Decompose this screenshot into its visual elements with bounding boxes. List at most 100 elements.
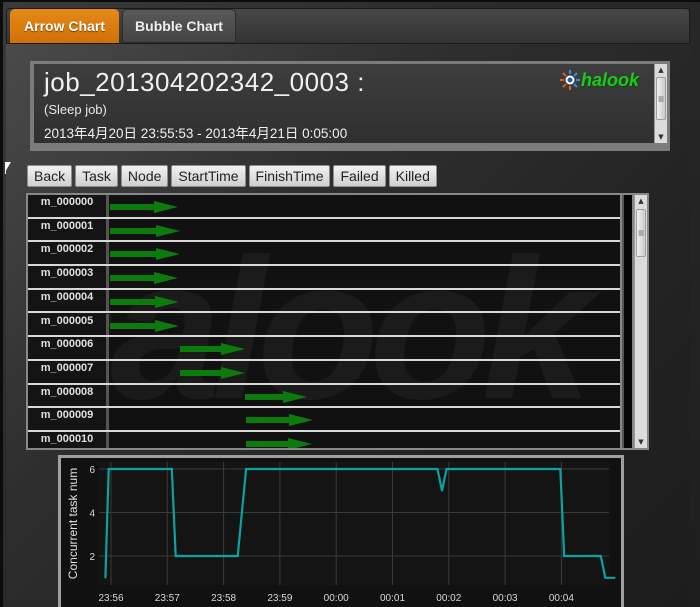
task-gutter: [622, 195, 632, 448]
filter-failed-button[interactable]: Failed: [333, 165, 386, 187]
scroll-down-icon[interactable]: ▼: [635, 436, 647, 448]
sort-node-button[interactable]: Node: [120, 165, 169, 187]
scrollbar-thumb[interactable]: [656, 77, 666, 120]
task-duration-arrow[interactable]: [180, 369, 222, 376]
label-separator: [106, 384, 109, 407]
arrow-head-icon: [154, 319, 179, 332]
task-row[interactable]: m_000010: [28, 432, 620, 448]
data-point: [604, 576, 607, 579]
task-duration-arrow[interactable]: [110, 227, 157, 234]
task-row[interactable]: m_000008: [28, 384, 620, 409]
arrow-head-icon: [156, 248, 181, 261]
task-id-label: m_000008: [28, 384, 106, 407]
data-point: [245, 468, 247, 470]
data-point: [614, 576, 616, 579]
sort-starttime-button[interactable]: StartTime: [171, 165, 246, 187]
label-separator: [106, 313, 109, 336]
task-id-label: m_000003: [28, 266, 106, 288]
task-id-label: m_000002: [28, 242, 106, 265]
task-row[interactable]: m_000000: [28, 195, 620, 219]
sort-toolbar: Back Task Node StartTime FinishTime Fail…: [27, 165, 437, 187]
task-duration-arrow[interactable]: [246, 441, 288, 447]
header-scrollbar[interactable]: ▲ ▼: [654, 64, 667, 143]
task-row[interactable]: m_000009: [28, 408, 620, 432]
arrow-head-icon: [221, 343, 246, 356]
task-id-label: m_000009: [28, 408, 106, 430]
task-id-label: m_000010: [28, 432, 106, 448]
task-duration-arrow[interactable]: [110, 298, 155, 305]
concurrency-chart-panel: 2 4 6 23:56 23:57 23:58 23:59 00:00 00:01 00:02 00…: [58, 455, 624, 607]
sort-task-button[interactable]: Task: [75, 165, 118, 187]
data-point: [436, 468, 439, 470]
job-time-range: 2013年4月20日 23:55:53 - 2013年4月21日 0:05:00: [44, 126, 348, 141]
task-duration-arrow[interactable]: [110, 251, 157, 258]
back-button[interactable]: Back: [27, 165, 73, 187]
mouse-cursor-icon: [5, 162, 11, 174]
arrow-head-icon: [156, 224, 181, 237]
task-duration-arrow[interactable]: [110, 275, 154, 282]
label-separator: [106, 289, 109, 312]
task-id-label: m_000005: [28, 313, 106, 336]
halook-logo: halook: [559, 69, 639, 91]
label-separator: [106, 242, 109, 265]
tab-arrow-chart[interactable]: Arrow Chart: [10, 9, 119, 43]
label-separator: [106, 432, 109, 448]
task-row[interactable]: m_000007: [28, 360, 620, 385]
job-name: (Sleep job): [44, 102, 107, 117]
task-row[interactable]: m_000004: [28, 289, 620, 314]
data-point: [600, 555, 602, 557]
arrow-head-icon: [153, 272, 178, 285]
task-row[interactable]: m_000001: [28, 218, 620, 243]
label-separator: [106, 195, 109, 217]
task-id-label: m_000000: [28, 195, 106, 217]
task-row[interactable]: m_000002: [28, 242, 620, 267]
task-id-label: m_000001: [28, 218, 106, 241]
tab-bubble-chart[interactable]: Bubble Chart: [122, 9, 236, 43]
task-scrollbar[interactable]: ▲ ▼: [634, 195, 647, 448]
label-separator: [106, 218, 109, 241]
task-duration-arrow[interactable]: [110, 204, 154, 210]
task-duration-arrow[interactable]: [180, 346, 222, 353]
scrollbar-thumb[interactable]: [636, 209, 646, 257]
data-point: [559, 468, 562, 470]
data-point: [171, 468, 173, 470]
data-point: [563, 555, 566, 557]
x-tick-label: 23:56: [98, 593, 123, 604]
label-separator: [106, 266, 109, 288]
plot-area: [99, 462, 609, 585]
task-row[interactable]: m_000003: [28, 266, 620, 290]
arrow-head-icon: [287, 438, 312, 448]
halook-logo-icon: [559, 70, 580, 90]
y-axis-label: Concurrent task num: [66, 468, 80, 579]
task-row[interactable]: m_000006: [28, 337, 620, 361]
task-id-label: m_000006: [28, 337, 106, 359]
task-row[interactable]: m_000005: [28, 313, 620, 338]
data-point: [174, 555, 177, 557]
task-list: halook m_000000m_000001m_000002m_000003m…: [28, 195, 620, 448]
arrow-head-icon: [153, 201, 178, 213]
label-separator: [106, 360, 109, 383]
x-tick-label: 23:58: [211, 593, 236, 604]
x-tick-label: 00:02: [436, 593, 461, 604]
sort-finishtime-button[interactable]: FinishTime: [248, 165, 331, 187]
job-title: job_201304202342_0003 :: [44, 67, 365, 97]
label-separator: [106, 337, 109, 359]
x-tick-label: 00:00: [324, 593, 349, 604]
concurrency-line-chart: 2 4 6 23:56 23:57 23:58 23:59 00:00 00:01 00:02 00…: [66, 462, 616, 604]
task-arrow-chart: halook m_000000m_000001m_000002m_000003m…: [26, 193, 649, 450]
filter-killed-button[interactable]: Killed: [388, 165, 437, 187]
task-duration-arrow[interactable]: [245, 393, 284, 400]
y-tick-label: 4: [89, 509, 95, 520]
data-point: [107, 468, 110, 470]
arrow-head-icon: [283, 390, 308, 403]
data-point: [445, 468, 448, 470]
scroll-up-icon[interactable]: ▲: [635, 195, 647, 207]
label-separator: [106, 408, 109, 430]
scroll-down-icon[interactable]: ▼: [655, 131, 667, 143]
arrow-head-icon: [221, 366, 246, 379]
task-duration-arrow[interactable]: [110, 322, 155, 329]
x-tick-label: 23:57: [155, 593, 180, 604]
arrow-head-icon: [288, 414, 313, 427]
scroll-up-icon[interactable]: ▲: [655, 64, 667, 76]
task-duration-arrow[interactable]: [246, 417, 289, 424]
